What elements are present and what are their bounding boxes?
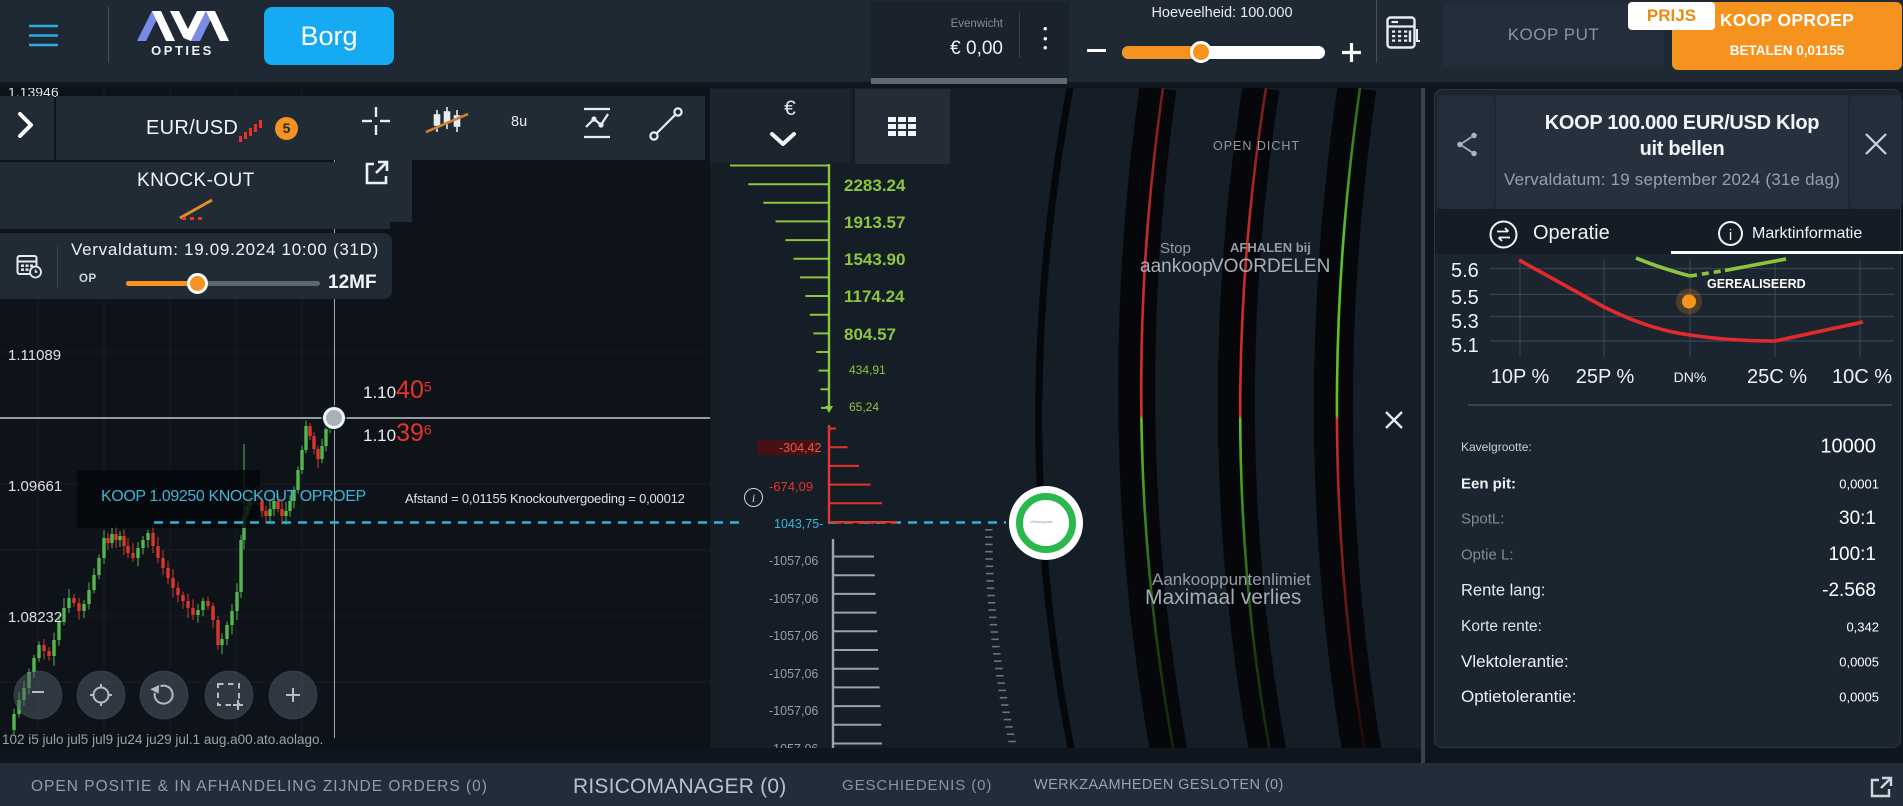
svg-text:8u: 8u — [511, 114, 527, 130]
